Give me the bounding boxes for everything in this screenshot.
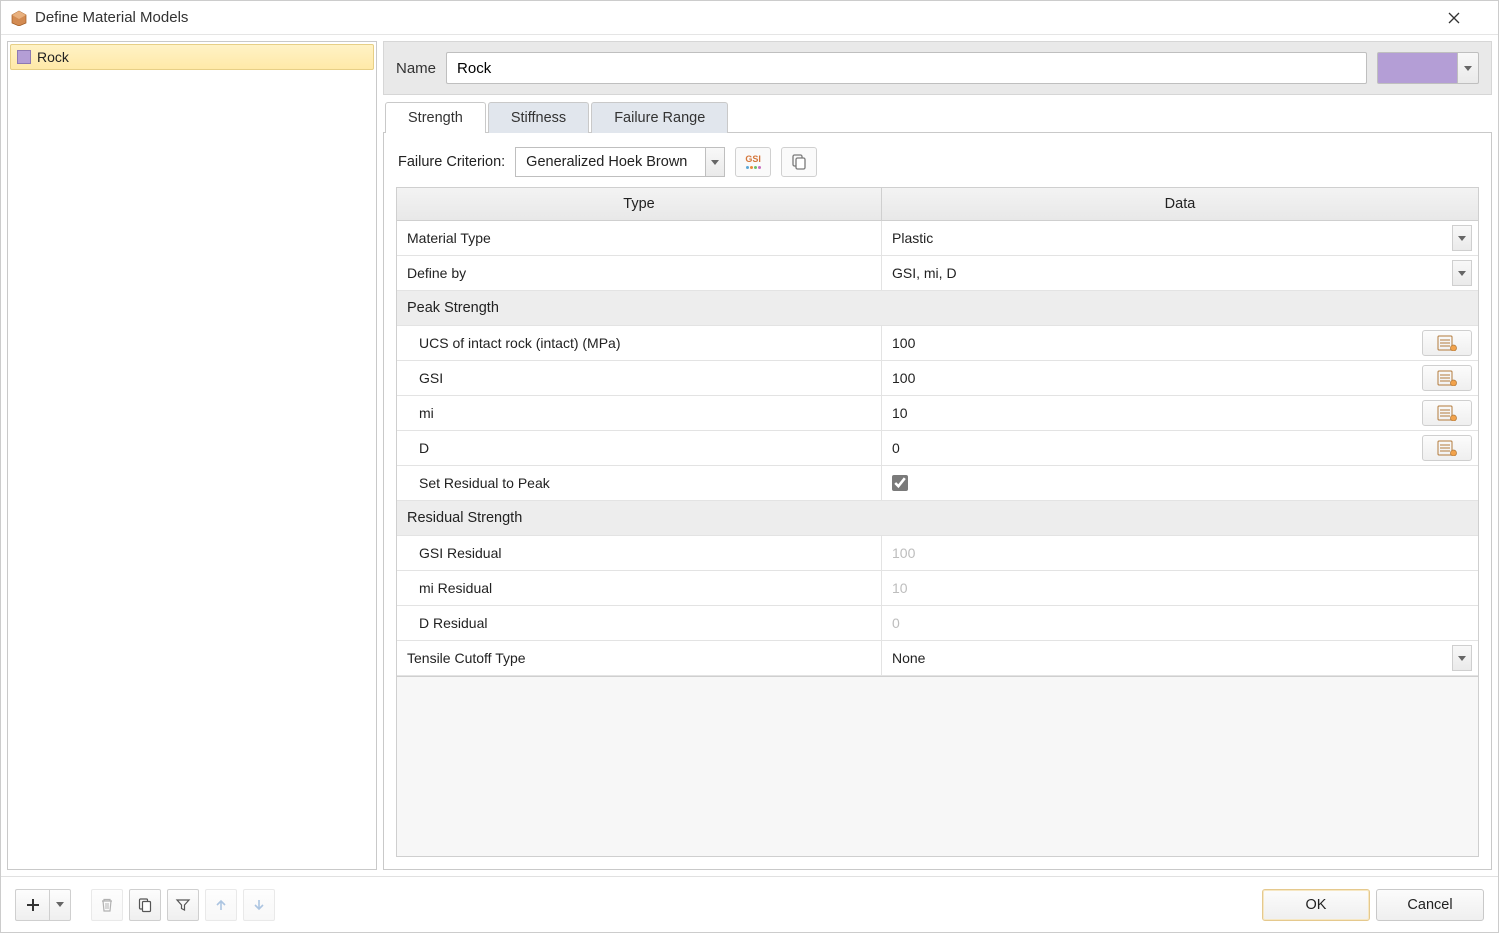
col-header-type: Type — [397, 188, 882, 220]
row-d-value[interactable]: 0 — [888, 440, 1416, 456]
chevron-down-icon — [1458, 271, 1466, 276]
row-define-by-dropdown[interactable] — [1452, 260, 1472, 286]
add-material-dropdown[interactable] — [49, 889, 71, 921]
row-material-type-label: Material Type — [397, 221, 882, 255]
chevron-down-icon — [1458, 656, 1466, 661]
material-list-item[interactable]: Rock — [10, 44, 374, 70]
ok-button[interactable]: OK — [1262, 889, 1370, 921]
row-ucs-value[interactable]: 100 — [888, 335, 1416, 351]
move-up-button[interactable] — [205, 889, 237, 921]
row-d-label: D — [397, 431, 882, 465]
row-define-by-value[interactable]: GSI, mi, D — [888, 265, 1446, 281]
row-mi-picker[interactable] — [1422, 400, 1472, 426]
failure-criterion-dropdown-button[interactable] — [705, 147, 725, 177]
col-header-data: Data — [882, 188, 1478, 220]
filter-materials-button[interactable] — [167, 889, 199, 921]
row-ucs-label: UCS of intact rock (intact) (MPa) — [397, 326, 882, 360]
row-tensile-cutoff-value[interactable]: None — [888, 650, 1446, 666]
tab-strength[interactable]: Strength — [385, 102, 486, 133]
row-d-residual-label: D Residual — [397, 606, 882, 640]
list-picker-icon — [1437, 370, 1457, 386]
duplicate-material-button[interactable] — [129, 889, 161, 921]
row-mi-label: mi — [397, 396, 882, 430]
row-d-residual-value: 0 — [888, 615, 1472, 631]
tab-stiffness[interactable]: Stiffness — [488, 102, 589, 133]
arrow-down-icon — [251, 897, 267, 913]
delete-material-button[interactable] — [91, 889, 123, 921]
titlebar: Define Material Models — [1, 1, 1498, 35]
add-material-button[interactable] — [15, 889, 49, 921]
material-item-label: Rock — [37, 49, 69, 65]
chevron-down-icon — [1458, 236, 1466, 241]
row-gsi-residual-value: 100 — [888, 545, 1472, 561]
row-mi-residual-label: mi Residual — [397, 571, 882, 605]
row-d-picker[interactable] — [1422, 435, 1472, 461]
app-icon — [11, 10, 27, 26]
row-define-by-label: Define by — [397, 256, 882, 290]
chevron-down-icon — [711, 160, 719, 165]
gsi-calculator-button[interactable]: GSI — [735, 147, 771, 177]
row-mi-residual-value: 10 — [888, 580, 1472, 596]
section-peak-strength: Peak Strength — [397, 291, 1478, 325]
move-down-button[interactable] — [243, 889, 275, 921]
material-color-swatch — [17, 50, 31, 64]
arrow-up-icon — [213, 897, 229, 913]
material-name-input[interactable] — [446, 52, 1367, 84]
tab-content-strength: Failure Criterion: Generalized Hoek Brow… — [383, 132, 1492, 870]
material-list[interactable]: Rock — [7, 41, 377, 870]
row-tensile-cutoff-label: Tensile Cutoff Type — [397, 641, 882, 675]
window-title: Define Material Models — [35, 9, 188, 26]
close-button[interactable] — [1448, 12, 1488, 24]
material-color-picker[interactable] — [1377, 52, 1457, 84]
filter-icon — [175, 897, 191, 913]
properties-empty-area — [397, 676, 1478, 856]
tab-failure-range[interactable]: Failure Range — [591, 102, 728, 133]
row-material-type-value[interactable]: Plastic — [888, 230, 1446, 246]
failure-criterion-select[interactable]: Generalized Hoek Brown — [515, 147, 725, 177]
list-picker-icon — [1437, 440, 1457, 456]
copy-properties-button[interactable] — [781, 147, 817, 177]
list-picker-icon — [1437, 405, 1457, 421]
name-row: Name — [383, 41, 1492, 95]
chevron-down-icon — [56, 902, 64, 907]
plus-icon — [25, 897, 41, 913]
name-label: Name — [396, 60, 436, 77]
row-gsi-value[interactable]: 100 — [888, 370, 1416, 386]
row-ucs-picker[interactable] — [1422, 330, 1472, 356]
list-picker-icon — [1437, 335, 1457, 351]
row-gsi-picker[interactable] — [1422, 365, 1472, 391]
row-set-residual-to-peak-label: Set Residual to Peak — [397, 466, 882, 500]
cancel-button[interactable]: Cancel — [1376, 889, 1484, 921]
row-material-type-dropdown[interactable] — [1452, 225, 1472, 251]
row-gsi-residual-label: GSI Residual — [397, 536, 882, 570]
trash-icon — [99, 897, 115, 913]
row-tensile-cutoff-dropdown[interactable] — [1452, 645, 1472, 671]
row-gsi-label: GSI — [397, 361, 882, 395]
chevron-down-icon — [1464, 66, 1472, 71]
section-residual-strength: Residual Strength — [397, 501, 1478, 535]
row-mi-value[interactable]: 10 — [888, 405, 1416, 421]
gsi-icon: GSI — [745, 155, 761, 164]
material-color-dropdown[interactable] — [1457, 52, 1479, 84]
row-set-residual-to-peak-checkbox[interactable] — [892, 475, 908, 491]
copy-icon — [137, 897, 153, 913]
tabs: Strength Stiffness Failure Range — [383, 101, 1492, 132]
copy-icon — [790, 153, 808, 171]
properties-table: Type Data Material Type Plastic — [396, 187, 1479, 857]
failure-criterion-label: Failure Criterion: — [398, 154, 505, 170]
